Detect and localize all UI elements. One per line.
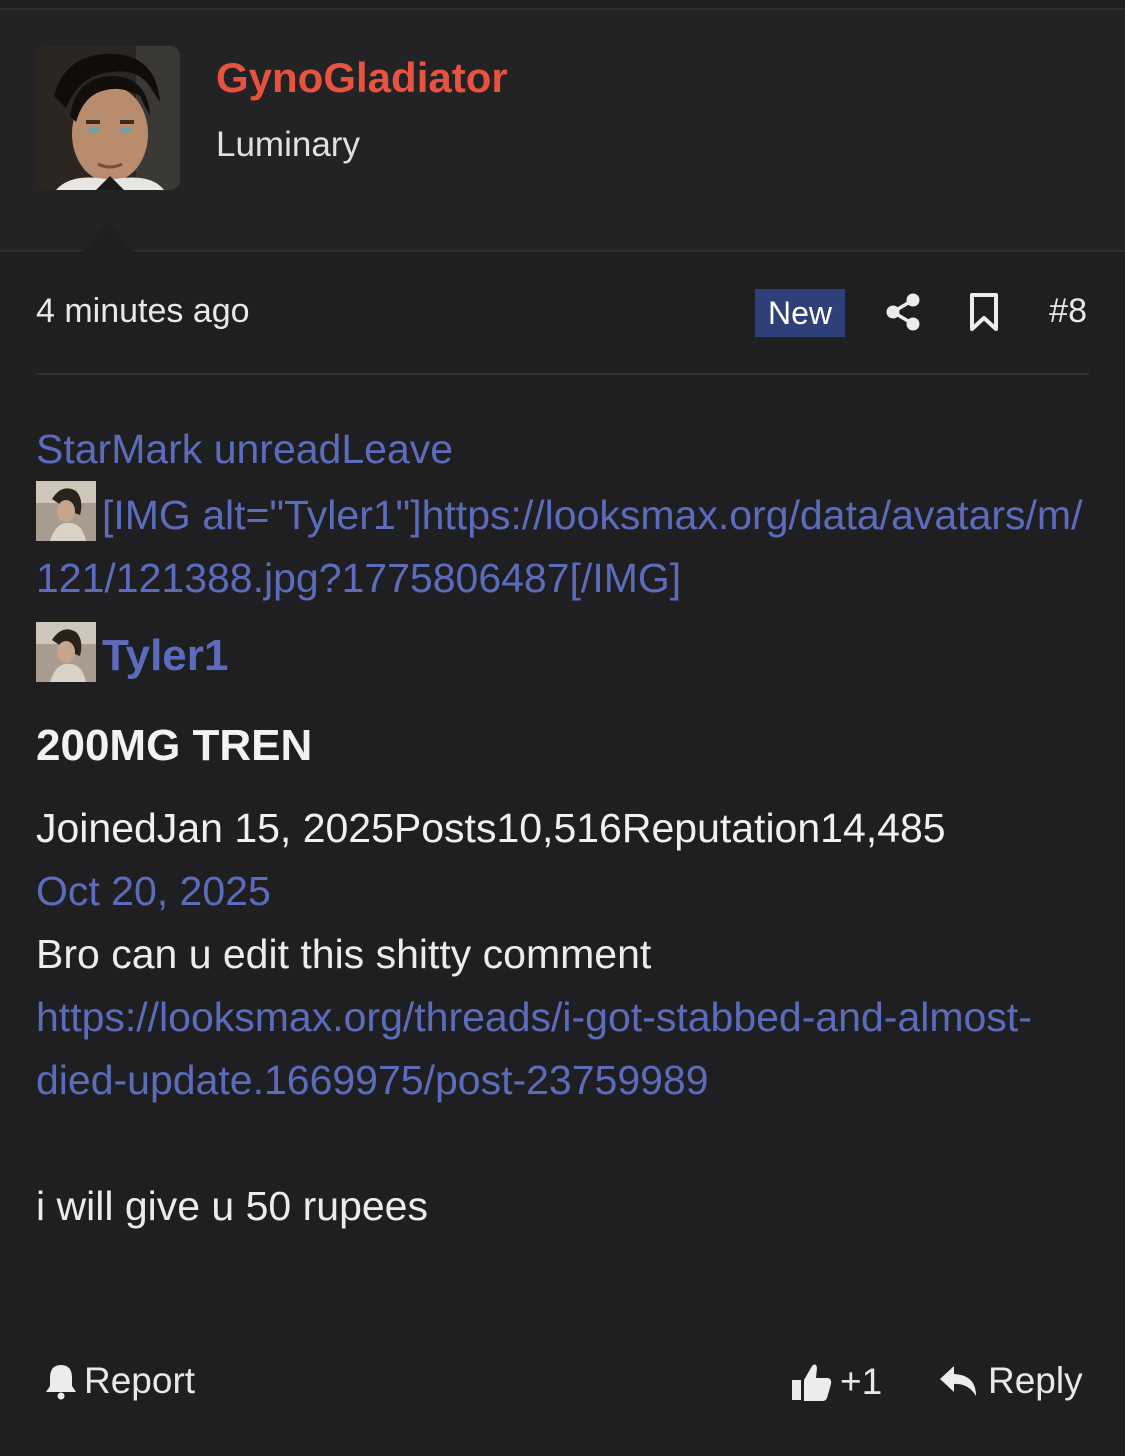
thumbs-up-icon <box>792 1364 832 1401</box>
img-bbcode-line: [IMG alt="Tyler1"]https://looksmax.org/d… <box>36 481 1096 610</box>
avatar-portrait-image <box>36 46 180 190</box>
post-footer: Report +1 Reply <box>0 1360 1125 1420</box>
author-username[interactable]: GynoGladiator <box>216 54 508 102</box>
bookmark-icon <box>970 293 998 331</box>
message-link[interactable]: https://looksmax.org/threads/i-got-stabb… <box>36 986 1096 1112</box>
avatar-thumbnail-image <box>36 622 96 682</box>
author-user-title: Luminary <box>216 125 360 164</box>
reaction-count[interactable]: +1 <box>840 1361 882 1403</box>
leading-link[interactable]: StarMark unreadLeave <box>36 418 1096 481</box>
user-stats-line: JoinedJan 15, 2025Posts10,516Reputation1… <box>36 805 946 851</box>
quote-author-name[interactable]: Tyler1 <box>102 631 228 680</box>
new-badge: New <box>755 289 845 337</box>
report-button[interactable]: Report <box>44 1360 195 1402</box>
post-timestamp[interactable]: 4 minutes ago <box>36 292 250 331</box>
avatar-thumbnail-image <box>36 481 96 541</box>
report-label: Report <box>84 1360 196 1401</box>
closing-text: i will give u 50 rupees <box>36 1183 428 1229</box>
reply-arrow-icon <box>940 1366 976 1396</box>
quote-author-avatar[interactable] <box>36 622 96 682</box>
author-avatar[interactable] <box>36 46 180 190</box>
quote-author: Tyler1 <box>36 622 1096 688</box>
reply-button[interactable]: Reply <box>938 1360 1083 1402</box>
reply-label: Reply <box>988 1360 1083 1401</box>
bookmark-button[interactable] <box>966 292 1002 332</box>
img-bbcode-link[interactable]: [IMG alt="Tyler1"]https://looksmax.org/d… <box>36 492 1082 601</box>
post-number-link[interactable]: #8 <box>1049 292 1087 331</box>
quote-user-thumbnail <box>36 481 96 541</box>
post-content: StarMark unreadLeave [IMG alt="Tyler1"]h… <box>36 418 1096 1238</box>
header-divider <box>36 373 1089 375</box>
message-text: Bro can u edit this shitty comment <box>36 931 652 977</box>
bell-icon <box>46 1365 76 1400</box>
user-bar-pointer <box>82 222 134 252</box>
share-icon <box>886 293 920 331</box>
share-button[interactable] <box>884 292 922 332</box>
post-date-link[interactable]: Oct 20, 2025 <box>36 860 1096 923</box>
quote-heading: 200MG TREN <box>36 721 313 770</box>
like-button[interactable]: +1 <box>790 1360 882 1404</box>
user-info-divider <box>0 250 1125 252</box>
